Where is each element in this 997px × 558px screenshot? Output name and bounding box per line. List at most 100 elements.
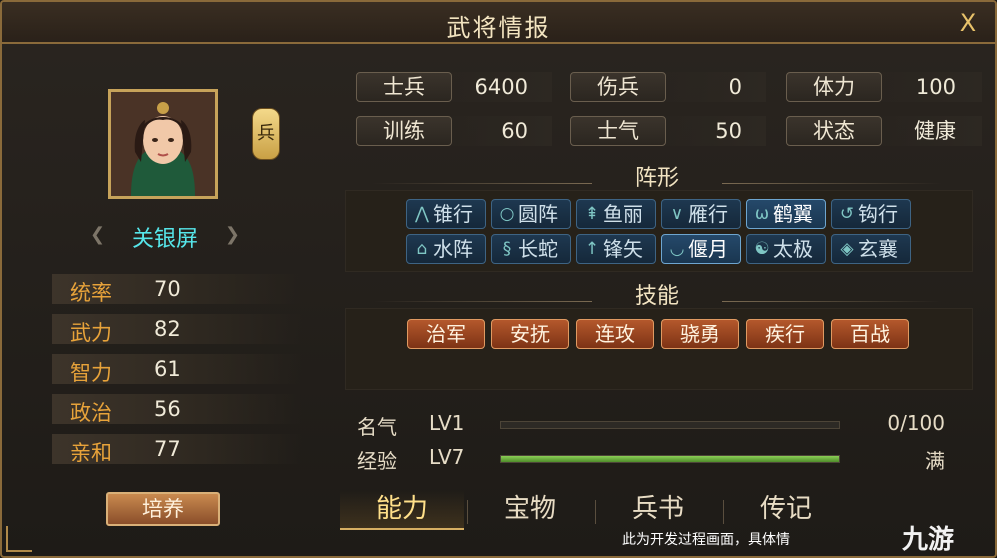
ornament-right-icon: ❯ <box>224 224 240 245</box>
formation-button-heyi[interactable]: ѡ 鹤翼 <box>746 199 826 229</box>
stamina-label: 体力 <box>786 72 882 102</box>
hero-info-window: 武将情报 X 兵 ❮ 关银屏 ❯ 统率 70 武力 82 智力 61 政治 56… <box>0 0 997 558</box>
stat-label: 武力 <box>70 321 112 345</box>
stat-label: 智力 <box>70 361 112 385</box>
formation-label: 鱼丽 <box>603 202 643 226</box>
formation-button-yanyue[interactable]: ◡ 偃月 <box>661 234 741 264</box>
stat-value: 56 <box>154 397 181 421</box>
close-button[interactable]: X <box>955 10 981 36</box>
formation-label: 太极 <box>773 237 813 261</box>
title-bar: 武将情报 X <box>2 2 995 44</box>
dev-disclaimer: 此为开发过程画面，具体情 <box>622 532 790 548</box>
fame-progress-bar <box>500 421 840 429</box>
hero-name: 关银屏 <box>131 227 198 252</box>
stat-row-affinity: 亲和 77 <box>52 434 302 465</box>
portrait-image <box>111 92 215 196</box>
hero-name-plate: ❮ 关银屏 ❯ <box>90 218 240 252</box>
formation-label: 圆阵 <box>518 202 558 226</box>
stat-row-politics: 政治 56 <box>52 394 302 425</box>
tab-ability[interactable]: 能力 <box>340 490 464 530</box>
morale-label: 士气 <box>570 116 666 146</box>
troop-type-badge: 兵 <box>252 108 280 160</box>
exp-level: LV7 <box>429 445 465 469</box>
fame-level: LV1 <box>429 411 465 435</box>
wing-icon: ѡ <box>754 204 770 224</box>
diamond-icon: ◈ <box>840 239 854 259</box>
cultivate-button[interactable]: 培养 <box>106 492 220 526</box>
stat-label: 政治 <box>70 401 112 425</box>
tab-bar: 能力 宝物 兵书 传记 <box>340 490 940 532</box>
formation-button-changshe[interactable]: § 长蛇 <box>491 234 571 264</box>
formation-label: 雁行 <box>688 202 728 226</box>
exp-row: 经验 LV7 满 <box>345 441 973 475</box>
divider-line <box>372 301 592 302</box>
formation-button-gouxing[interactable]: ↺ 钩行 <box>831 199 911 229</box>
tab-military-book[interactable]: 兵书 <box>596 490 720 530</box>
formation-button-xuanxiang[interactable]: ◈ 玄襄 <box>831 234 911 264</box>
wounded-label: 伤兵 <box>570 72 666 102</box>
v-icon: ∨ <box>670 204 684 224</box>
snake-icon: § <box>502 239 512 259</box>
formation-label: 钩行 <box>858 202 898 226</box>
divider-line <box>722 301 942 302</box>
fame-label: 名气 <box>357 415 397 439</box>
formation-label: 锋矢 <box>603 237 643 261</box>
skill-button[interactable]: 治军 <box>407 319 485 349</box>
training-value: 60 <box>501 119 528 143</box>
skill-button[interactable]: 连攻 <box>576 319 654 349</box>
formation-section-title: 阵形 <box>342 160 972 191</box>
arrow-up-icon: ⋀ <box>415 204 429 224</box>
divider-line <box>722 183 942 184</box>
hook-icon: ↺ <box>839 204 855 224</box>
stat-value: 61 <box>154 357 181 381</box>
exp-progress-bar <box>500 455 840 463</box>
arrow-icon: ↑ <box>584 239 600 259</box>
tab-treasure[interactable]: 宝物 <box>468 490 592 530</box>
status-value: 健康 <box>914 119 956 143</box>
ornament-left-icon: ❮ <box>90 224 106 245</box>
fame-value: 0/100 <box>887 411 945 435</box>
stamina-value: 100 <box>915 75 956 99</box>
status-label: 状态 <box>786 116 882 146</box>
formation-label: 玄襄 <box>858 237 898 261</box>
training-label: 训练 <box>356 116 452 146</box>
stat-label: 亲和 <box>70 441 112 465</box>
morale-value: 50 <box>715 119 742 143</box>
stat-row-intelligence: 智力 61 <box>52 354 302 385</box>
exp-progress-fill <box>501 456 839 462</box>
hero-portrait[interactable] <box>108 89 218 199</box>
formation-label: 水阵 <box>433 237 473 261</box>
formation-panel: ⋀ 锥行 ○ 圆阵 ⇞ 鱼丽 ∨ 雁行 ѡ 鹤翼 ↺ 钩行 ⌂ 水阵 § 长蛇 ↑ 锋矢 ◡ 偃月 <box>345 190 973 272</box>
circle-icon: ○ <box>499 204 515 224</box>
exp-label: 经验 <box>357 449 397 473</box>
formation-button-yanxing[interactable]: ∨ 雁行 <box>661 199 741 229</box>
wounded-value: 0 <box>728 75 742 99</box>
skill-button[interactable]: 安抚 <box>491 319 569 349</box>
formation-button-yuanzhen[interactable]: ○ 圆阵 <box>491 199 571 229</box>
watermark-logo: 九游 <box>902 525 955 555</box>
stat-label: 统率 <box>70 281 112 305</box>
house-icon: ⌂ <box>416 239 428 259</box>
divider-line <box>372 183 592 184</box>
fish-icon: ⇞ <box>584 204 600 224</box>
formation-button-yuli[interactable]: ⇞ 鱼丽 <box>576 199 656 229</box>
skills-title: 技能 <box>634 284 679 309</box>
formation-label: 鹤翼 <box>773 202 813 226</box>
formation-label: 长蛇 <box>518 237 558 261</box>
window-title: 武将情报 <box>446 14 551 42</box>
formation-label: 偃月 <box>688 237 728 261</box>
skill-button[interactable]: 百战 <box>831 319 909 349</box>
skills-section-title: 技能 <box>342 278 972 309</box>
exp-value: 满 <box>925 449 945 473</box>
skill-button[interactable]: 疾行 <box>746 319 824 349</box>
stat-row-force: 武力 82 <box>52 314 302 345</box>
formation-button-zhuixing[interactable]: ⋀ 锥行 <box>406 199 486 229</box>
formation-button-shuizhen[interactable]: ⌂ 水阵 <box>406 234 486 264</box>
formation-button-taiji[interactable]: ☯ 太极 <box>746 234 826 264</box>
formation-button-fengshi[interactable]: ↑ 锋矢 <box>576 234 656 264</box>
tab-biography[interactable]: 传记 <box>724 490 848 530</box>
skill-button[interactable]: 骁勇 <box>661 319 739 349</box>
stat-row-leadership: 统率 70 <box>52 274 302 305</box>
stat-value: 77 <box>154 437 181 461</box>
fame-row: 名气 LV1 0/100 <box>345 407 973 441</box>
